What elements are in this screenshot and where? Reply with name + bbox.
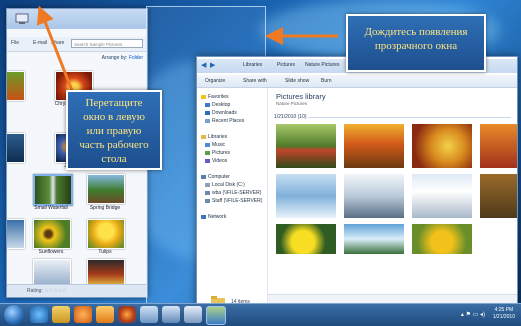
star-icon bbox=[201, 94, 206, 99]
arrange-by-value[interactable]: Folder bbox=[129, 55, 143, 61]
nav-videos[interactable]: Videos bbox=[205, 158, 227, 164]
thumbnail-spring-bridge[interactable] bbox=[87, 174, 125, 204]
thumbnail-partial[interactable] bbox=[7, 219, 25, 249]
taskbar-app-icon[interactable] bbox=[96, 306, 114, 323]
nav-recent-places[interactable]: Recent Places bbox=[205, 118, 244, 124]
nav-libraries[interactable]: Libraries bbox=[201, 134, 227, 140]
taskbar: ▴ ⚑ ▭ ◂) 4:25 PM 1/21/2010 bbox=[0, 303, 521, 326]
desktop: File E-mail Share Search Sample Pictures… bbox=[0, 0, 521, 326]
left-status-bar: Rating: ☆☆☆☆☆ bbox=[7, 284, 147, 297]
nav-computer[interactable]: Computer bbox=[201, 174, 230, 180]
burn-button[interactable]: Burn bbox=[321, 78, 332, 84]
breadcrumb-libraries[interactable]: Libraries bbox=[243, 62, 262, 68]
photo-autumn-leaves[interactable] bbox=[412, 124, 472, 168]
command-bar: Organize Share with Slide show Burn bbox=[197, 75, 517, 88]
nav-drive-staff[interactable]: Staff (\\FILE-SERVER) bbox=[205, 198, 262, 204]
date-group-divider bbox=[308, 117, 511, 118]
breadcrumb-pictures[interactable]: Pictures bbox=[277, 62, 295, 68]
callout-wait-transparent: Дождитесь появления прозрачного окна bbox=[346, 14, 486, 72]
thumbnail-label: Tulips bbox=[98, 249, 112, 255]
menu-file[interactable]: File bbox=[11, 40, 19, 46]
photo-winter-trees[interactable] bbox=[276, 174, 336, 218]
photo-snow-forest[interactable] bbox=[344, 174, 404, 218]
taskbar-app-icon[interactable] bbox=[162, 306, 180, 323]
videos-icon bbox=[205, 158, 210, 163]
photo-waterfall[interactable] bbox=[344, 224, 404, 254]
arrange-by-label: Arrange by: bbox=[101, 55, 128, 61]
nav-downloads[interactable]: Downloads bbox=[205, 110, 237, 116]
photo-frozen-field[interactable] bbox=[412, 174, 472, 218]
photo-partial[interactable] bbox=[480, 124, 517, 168]
nav-favorites[interactable]: Favorites bbox=[201, 94, 229, 100]
thumbnail-small-waterfall[interactable] bbox=[33, 174, 73, 206]
thumbnail-sunflowers[interactable] bbox=[33, 219, 71, 249]
music-icon bbox=[205, 142, 210, 147]
computer-icon bbox=[201, 174, 206, 179]
library-title: Pictures library bbox=[276, 92, 326, 101]
nav-drive-wba[interactable]: wba (\\FILE-SERVER) bbox=[205, 190, 261, 196]
system-tray-icons[interactable]: ▴ ⚑ ▭ ◂) bbox=[461, 311, 485, 318]
thumbnail-label: Spring Bridge bbox=[89, 205, 121, 211]
callout-drag-text: Перетащите окно в левую или правую часть… bbox=[79, 97, 149, 165]
thumbnail-label: Small Waterfall bbox=[34, 205, 68, 211]
slide-show-button[interactable]: Slide show bbox=[285, 78, 309, 84]
nav-desktop[interactable]: Desktop bbox=[205, 102, 230, 108]
clock-time: 4:25 PM bbox=[494, 307, 514, 313]
taskbar-pictures-icon[interactable] bbox=[206, 306, 226, 325]
back-icon[interactable]: ◀ bbox=[201, 61, 206, 69]
taskbar-app-icon[interactable] bbox=[184, 306, 202, 323]
callout-drag-window: Перетащите окно в левую или правую часть… bbox=[66, 90, 162, 170]
nav-music[interactable]: Music bbox=[205, 142, 225, 148]
rating-label: Rating: bbox=[27, 288, 43, 294]
thumbnail-partial[interactable] bbox=[7, 71, 25, 101]
forward-icon[interactable]: ▶ bbox=[210, 61, 215, 69]
nav-local-disk[interactable]: Local Disk (C:) bbox=[205, 182, 245, 188]
search-input[interactable]: Search Sample Pictures bbox=[71, 39, 143, 48]
arrange-by-control[interactable]: Arrange by: Folder bbox=[102, 55, 143, 61]
explorer-window-right[interactable]: ◀ ▶ Libraries Pictures Nature Pictures O… bbox=[196, 56, 518, 308]
start-button[interactable] bbox=[4, 305, 24, 325]
navigation-pane: Favorites Desktop Downloads Recent Place… bbox=[197, 88, 268, 307]
photo-bridge[interactable] bbox=[276, 124, 336, 168]
content-pane: Pictures library Nature Pictures 1/21/20… bbox=[268, 88, 517, 307]
photo-partial[interactable] bbox=[480, 174, 517, 218]
date-group-header[interactable]: 1/21/2010 (10) bbox=[274, 114, 307, 120]
drive-icon bbox=[205, 182, 210, 187]
recent-places-icon bbox=[205, 118, 210, 123]
organize-button[interactable]: Organize bbox=[205, 78, 225, 84]
computer-icon bbox=[15, 13, 29, 24]
photo-sunflower[interactable] bbox=[412, 224, 472, 254]
taskbar-app-icon[interactable] bbox=[140, 306, 158, 323]
desktop-icon bbox=[205, 102, 210, 107]
photo-yellow-flower[interactable] bbox=[276, 224, 336, 254]
taskbar-firefox-icon[interactable] bbox=[118, 306, 136, 323]
pictures-icon bbox=[205, 150, 210, 155]
taskbar-explorer-icon[interactable] bbox=[52, 306, 70, 323]
taskbar-ie-icon[interactable] bbox=[30, 306, 48, 323]
nav-pictures[interactable]: Pictures bbox=[205, 150, 230, 156]
thumbnail-tulips[interactable] bbox=[87, 219, 125, 249]
thumbnail-partial[interactable] bbox=[7, 133, 25, 163]
library-subtitle: Nature Pictures bbox=[276, 101, 308, 106]
taskbar-media-player-icon[interactable] bbox=[74, 306, 92, 323]
menu-share[interactable]: Share bbox=[51, 40, 64, 46]
libraries-icon bbox=[201, 134, 206, 139]
nav-network[interactable]: Network bbox=[201, 214, 226, 220]
downloads-icon bbox=[205, 110, 210, 115]
window-titlebar[interactable] bbox=[7, 9, 147, 29]
network-drive-icon bbox=[205, 198, 210, 203]
network-drive-icon bbox=[205, 190, 210, 195]
breadcrumb-nature-pictures[interactable]: Nature Pictures bbox=[305, 62, 339, 68]
rating-stars[interactable]: ☆☆☆☆☆ bbox=[44, 288, 66, 294]
network-icon bbox=[201, 214, 206, 219]
thumbnail-label: Sunflowers bbox=[38, 249, 64, 255]
share-with-button[interactable]: Share with bbox=[243, 78, 267, 84]
callout-wait-text: Дождитесь появления прозрачного окна bbox=[364, 26, 468, 52]
clock[interactable]: 4:25 PM 1/21/2010 bbox=[493, 307, 515, 321]
menu-email[interactable]: E-mail bbox=[33, 40, 47, 46]
clock-date: 1/21/2010 bbox=[492, 314, 515, 320]
photo-autumn-forest[interactable] bbox=[344, 124, 404, 168]
